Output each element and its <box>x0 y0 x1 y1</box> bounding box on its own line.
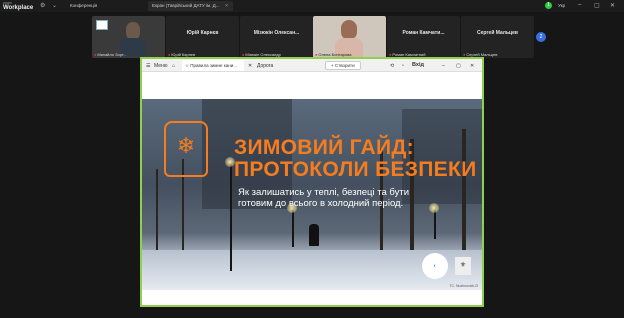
chevron-down-icon[interactable]: ⌄ <box>52 2 57 9</box>
participant-tile-2[interactable]: Юрій Карнєв ●Юрій Карнєв <box>166 16 239 58</box>
street-lamp <box>292 207 294 247</box>
tab-screen[interactable]: Екран (Таврійський ДАТУ ім. Д... ✕ <box>148 1 233 11</box>
close-window-icon[interactable]: ✕ <box>610 2 615 9</box>
participant-tile-1[interactable]: ●Михайло Зорт... <box>92 16 165 58</box>
slide-title-line1: ЗИМОВИЙ ГАЙД: <box>234 136 414 159</box>
maximize-icon[interactable]: ▢ <box>456 63 461 69</box>
title-bar: zoom Workplace ⚙ ⌄ Конференція Екран (Та… <box>0 0 624 12</box>
menu-label[interactable]: Меню <box>154 63 168 69</box>
emblem-logo: ⚜ <box>455 257 471 275</box>
menu-icon[interactable]: ☰ <box>146 63 150 69</box>
maximize-icon[interactable]: ▢ <box>594 2 600 9</box>
slide-subtitle: Як залишатись у теплі, безпеці та бути г… <box>238 187 410 209</box>
history-icon[interactable]: ⟲ <box>390 63 394 69</box>
participant-label: ●Михайло Зорт... <box>94 52 127 57</box>
logo-icon <box>96 20 108 30</box>
shared-tab-doroga[interactable]: Дорога <box>257 63 273 69</box>
settings-icon[interactable]: ⚙ <box>40 2 45 9</box>
tab-conference[interactable]: Конференція <box>66 1 101 11</box>
app-logo: zoom Workplace <box>3 1 33 11</box>
slide: ❄ ЗИМОВИЙ ГАЙД: ПРОТОКОЛИ БЕЗПЕКИ Як зал… <box>142 99 482 290</box>
new-button[interactable]: + Створити <box>325 61 361 70</box>
slide-credit: TC. Nuzhnovich-D <box>449 284 478 288</box>
participant-name: Мізюкін Олексан... <box>253 30 300 36</box>
participant-tile-3[interactable]: Мізюкін Олексан... ●Мізюкін Олександр <box>240 16 313 58</box>
minimize-icon[interactable]: – <box>442 63 445 69</box>
shared-tab-title: Правила зимне кани... <box>190 63 238 68</box>
walking-person <box>309 224 319 246</box>
home-icon[interactable]: ⌂ <box>172 63 175 69</box>
participant-tile-4[interactable]: ●Олена Бонтарова <box>313 16 386 58</box>
shared-tab[interactable]: ☆ Правила зимне кани... <box>182 60 244 71</box>
participant-name: Юрій Карнєв <box>186 30 219 36</box>
avatar <box>341 20 357 40</box>
login-label[interactable]: Вхід <box>412 62 424 68</box>
status-badge[interactable]: 1 <box>545 2 552 9</box>
close-tab-icon[interactable]: ✕ <box>248 63 252 69</box>
shared-screen: ☰ Меню ⌂ ☆ Правила зимне кани... ✕ Дорог… <box>140 57 484 307</box>
university-logo: ◐ <box>422 253 448 279</box>
slide-title: ЗИМОВИЙ ГАЙД: ПРОТОКОЛИ БЕЗПЕКИ <box>234 137 476 181</box>
app-logo-bottom: Workplace <box>3 5 34 11</box>
participant-name: Роман Камчати... <box>402 30 445 36</box>
tab-conference-label: Конференція <box>70 3 98 8</box>
shared-browser-toolbar: ☰ Меню ⌂ ☆ Правила зимне кани... ✕ Дорог… <box>142 59 482 72</box>
language-selector[interactable]: Укр <box>558 3 565 8</box>
slide-title-line2: ПРОТОКОЛИ БЕЗПЕКИ <box>234 158 477 181</box>
account-icon[interactable]: ◔ <box>401 63 404 69</box>
close-icon[interactable]: ✕ <box>225 3 229 8</box>
close-window-icon[interactable]: ✕ <box>470 63 474 69</box>
participant-tile-5[interactable]: Роман Камчати... ●Роман Камчатний <box>387 16 460 58</box>
participant-tile-6[interactable]: Сергей Мальцев ●Сергей Мальцев <box>461 16 534 58</box>
participants-strip: ●Михайло Зорт... Юрій Карнєв ●Юрій Карнє… <box>0 12 624 58</box>
more-participants-button[interactable]: 2 <box>536 32 546 42</box>
snowflake-thermometer-icon: ❄ <box>164 121 208 177</box>
participant-name: Сергей Мальцев <box>477 30 518 36</box>
tab-screen-label: Екран (Таврійський ДАТУ ім. Д... <box>152 3 220 8</box>
minimize-icon[interactable]: – <box>578 2 581 8</box>
street-lamp <box>230 161 232 271</box>
